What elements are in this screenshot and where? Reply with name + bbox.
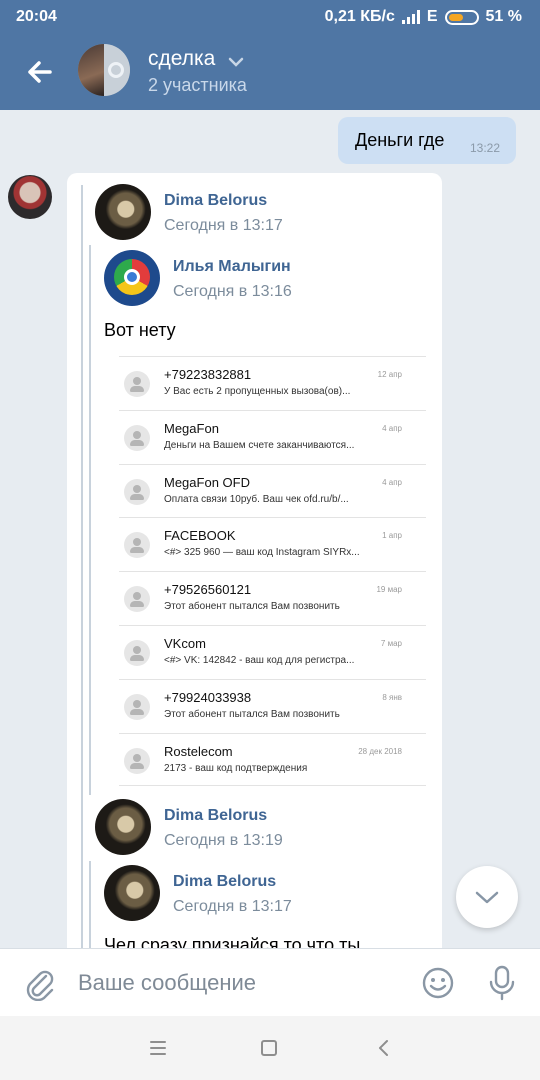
chevron-down-icon bbox=[475, 891, 499, 904]
chat-title[interactable]: сделка bbox=[148, 47, 215, 71]
scroll-down-button[interactable] bbox=[456, 866, 518, 928]
home-button[interactable] bbox=[257, 1036, 281, 1060]
chevron-down-icon[interactable] bbox=[228, 54, 244, 70]
forwarded-date: Сегодня в 13:19 bbox=[164, 832, 283, 849]
status-right: 0,21 КБ/с E 51 % bbox=[325, 8, 522, 26]
forwarded-author[interactable]: Илья Малыгин bbox=[173, 258, 291, 276]
forwarded-author[interactable]: Dima Belorus bbox=[164, 192, 267, 210]
contact-icon bbox=[124, 693, 150, 720]
smile-icon bbox=[422, 967, 454, 999]
list-item: +79223832881 У Вас есть 2 пропущенных вы… bbox=[119, 356, 426, 410]
contact-icon bbox=[124, 532, 150, 559]
microphone-icon bbox=[489, 965, 515, 1001]
chevron-left-icon bbox=[379, 1040, 388, 1056]
avatar[interactable] bbox=[104, 865, 160, 921]
forwarded-date: Сегодня в 13:16 bbox=[173, 283, 292, 300]
system-nav-bar bbox=[0, 1016, 540, 1080]
contact-icon bbox=[124, 424, 150, 451]
message-text: Деньги где bbox=[355, 130, 445, 150]
avatar[interactable] bbox=[104, 250, 160, 306]
message-list[interactable]: Деньги где 13:22 Dima Belorus Сегодня в … bbox=[0, 110, 540, 948]
chat-members: 2 участника bbox=[148, 75, 247, 95]
forwarded-date: Сегодня в 13:17 bbox=[164, 217, 283, 234]
menu-button[interactable] bbox=[146, 1036, 170, 1060]
list-item: FACEBOOK <#> 325 960 — ваш код Instagram… bbox=[119, 517, 426, 571]
message-time: 13:22 bbox=[469, 141, 500, 155]
menu-icon bbox=[150, 1041, 166, 1055]
forwarded-text: Чел сразу признайся то что ты bbox=[104, 935, 361, 948]
chat-header: сделка 2 участника bbox=[0, 34, 540, 110]
sender-avatar[interactable] bbox=[8, 175, 52, 219]
emoji-button[interactable] bbox=[420, 965, 456, 1001]
camera-icon bbox=[108, 62, 124, 78]
forwarded-text: Вот нету bbox=[104, 320, 176, 340]
incoming-message[interactable]: Dima Belorus Сегодня в 13:17 Илья Малыги… bbox=[67, 173, 442, 948]
forward-divider bbox=[89, 245, 91, 795]
sms-screenshot[interactable]: +79223832881 У Вас есть 2 пропущенных вы… bbox=[119, 356, 426, 787]
message-composer bbox=[0, 948, 540, 1016]
contact-icon bbox=[124, 586, 150, 613]
forwarded-author[interactable]: Dima Belorus bbox=[164, 807, 267, 825]
system-back-button[interactable] bbox=[372, 1036, 396, 1060]
list-item: VKcom <#> VK: 142842 - ваш код для регис… bbox=[119, 624, 426, 679]
network-type: E bbox=[426, 8, 438, 25]
forwarded-author[interactable]: Dima Belorus bbox=[173, 873, 276, 891]
forward-divider bbox=[89, 861, 91, 948]
status-time: 20:04 bbox=[16, 8, 57, 25]
contact-icon bbox=[124, 747, 150, 774]
avatar[interactable] bbox=[95, 184, 151, 240]
avatar[interactable] bbox=[95, 799, 151, 855]
forwarded-date: Сегодня в 13:17 bbox=[173, 898, 292, 915]
list-item: +79526560121 Этот абонент пытался Вам по… bbox=[119, 571, 426, 625]
contact-icon bbox=[124, 478, 150, 505]
list-item: MegaFon OFD Оплата связи 10руб. Ваш чек … bbox=[119, 463, 426, 518]
contact-icon bbox=[124, 639, 150, 666]
chat-avatar[interactable] bbox=[78, 44, 130, 96]
voice-button[interactable] bbox=[484, 963, 520, 1003]
message-input[interactable] bbox=[78, 965, 398, 1001]
list-item: Rostelecom 2173 - ваш код подтверждения … bbox=[119, 732, 426, 787]
status-bar: 20:04 0,21 КБ/с E 51 % bbox=[0, 0, 540, 34]
signal-icon bbox=[401, 10, 420, 24]
square-icon bbox=[261, 1040, 277, 1056]
list-item: +79924033938 Этот абонент пытался Вам по… bbox=[119, 678, 426, 733]
outgoing-message[interactable]: Деньги где 13:22 bbox=[338, 117, 516, 164]
attach-button[interactable] bbox=[22, 965, 58, 1002]
forward-divider bbox=[81, 185, 83, 948]
contact-icon bbox=[124, 371, 150, 397]
battery-icon bbox=[444, 9, 479, 25]
paperclip-icon bbox=[26, 970, 54, 1002]
battery-percent: 51 % bbox=[485, 8, 522, 25]
back-button[interactable] bbox=[22, 54, 58, 90]
arrow-left-icon bbox=[28, 61, 52, 83]
network-speed: 0,21 КБ/с bbox=[324, 8, 395, 25]
list-item: MegaFon Деньги на Вашем счете заканчиваю… bbox=[119, 409, 426, 464]
